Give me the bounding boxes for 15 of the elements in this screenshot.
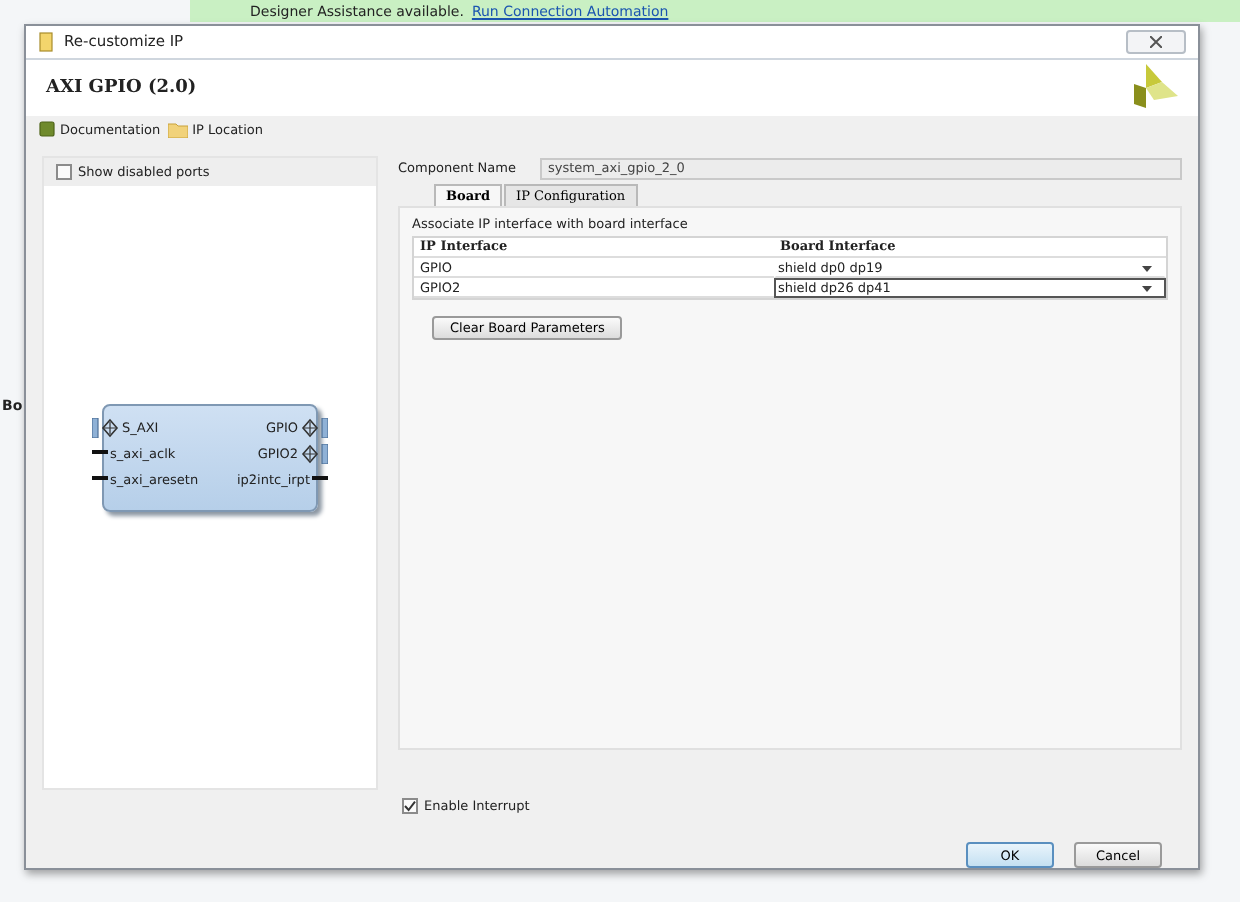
ip-heading: AXI GPIO (2.0)	[46, 77, 197, 98]
wire-pin-icon	[92, 476, 108, 482]
dropdown-arrow-icon	[1142, 285, 1152, 291]
bus-connector-icon	[300, 417, 328, 437]
document-icon	[38, 31, 56, 52]
wire-pin-icon	[312, 476, 328, 482]
folder-icon	[168, 121, 189, 138]
bus-connector-icon	[92, 417, 120, 437]
check-icon	[404, 800, 416, 812]
close-button[interactable]	[1126, 29, 1186, 54]
wire-pin-icon	[92, 450, 108, 456]
dropdown-arrow-icon	[1142, 265, 1152, 271]
bus-connector-icon	[300, 443, 328, 463]
logo-icon	[1130, 63, 1178, 112]
close-icon	[1150, 35, 1162, 48]
